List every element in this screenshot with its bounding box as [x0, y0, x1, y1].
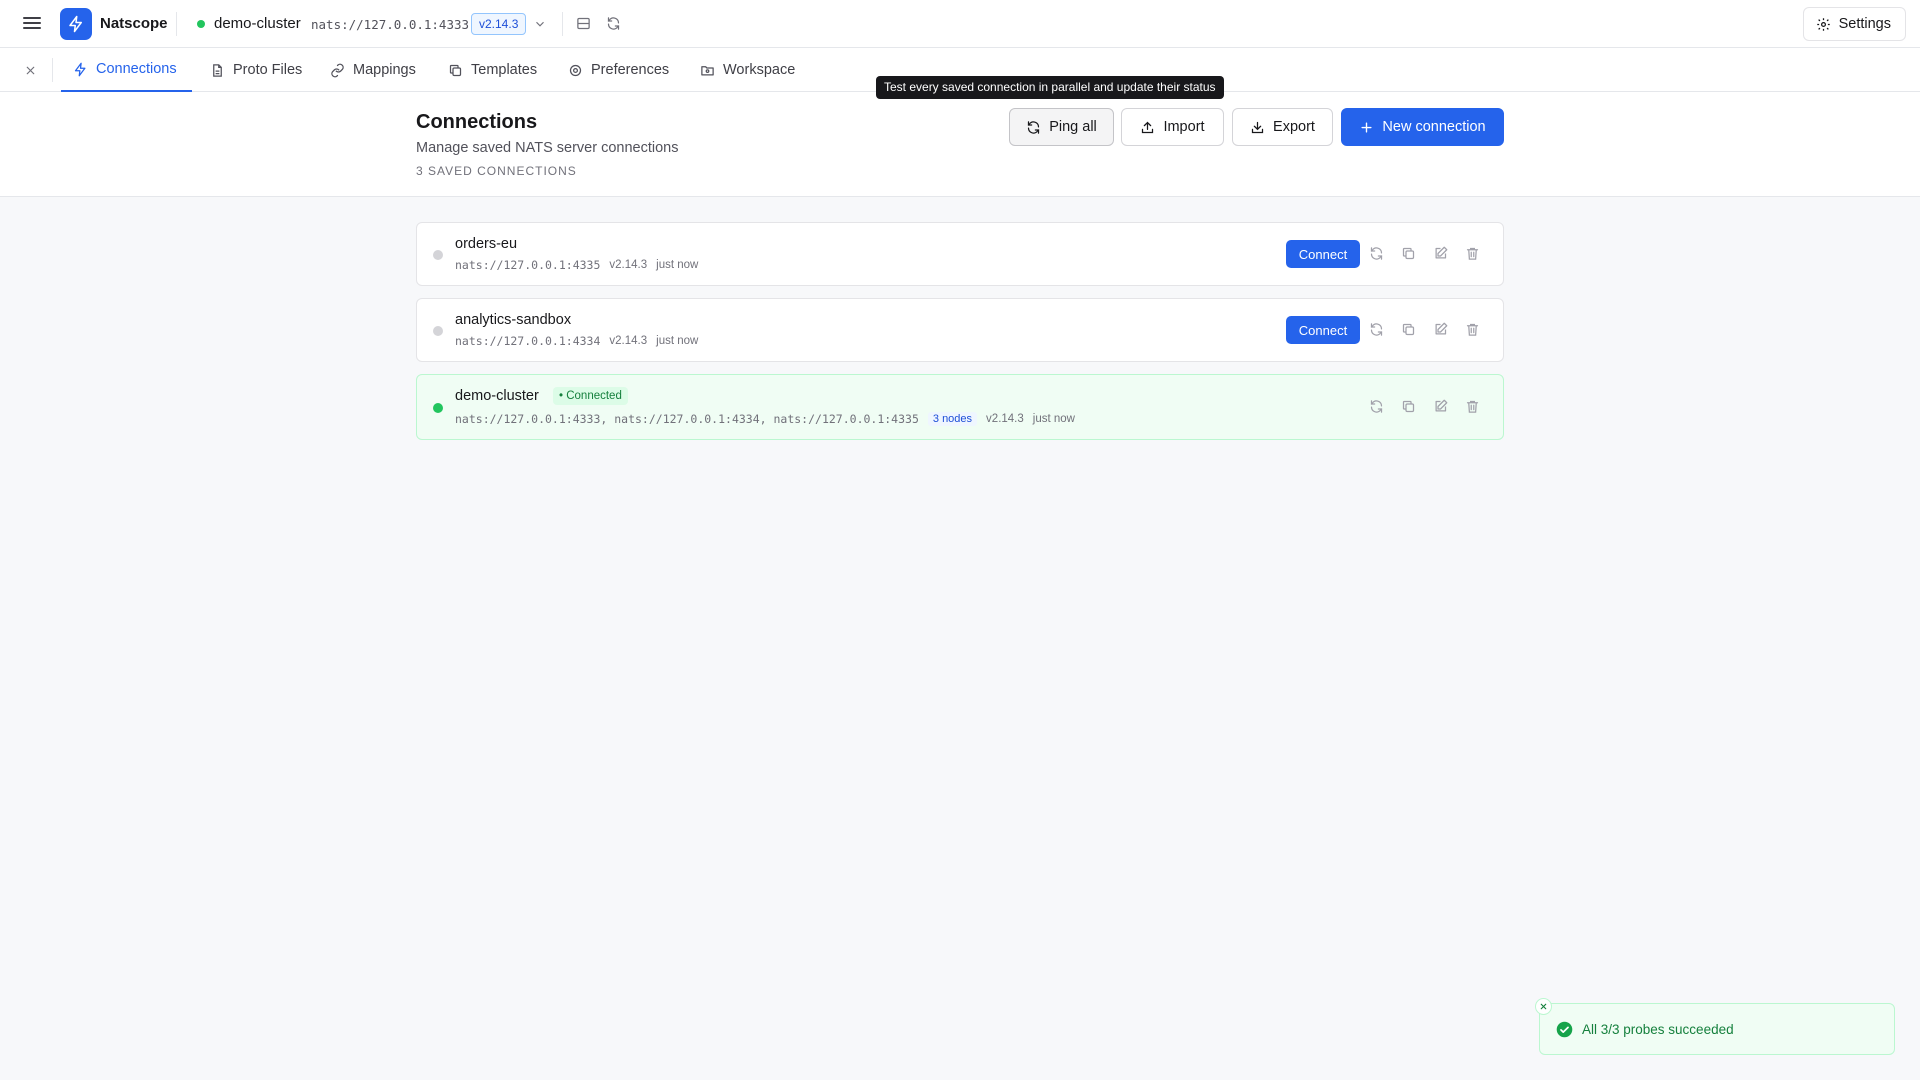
app-title: Natscope — [100, 15, 168, 32]
divider — [176, 12, 177, 36]
close-icon[interactable] — [22, 62, 38, 78]
connect-button[interactable]: Connect — [1286, 240, 1360, 268]
connected-badge: • Connected — [553, 387, 628, 405]
import-button[interactable]: Import — [1121, 108, 1224, 146]
page-title: Connections — [416, 111, 538, 133]
connection-version: v2.14.3 — [609, 335, 648, 347]
connection-card-analytics-sandbox[interactable]: analytics-sandbox nats://127.0.0.1:4334 … — [416, 298, 1504, 362]
connect-button[interactable]: Connect — [1286, 316, 1360, 344]
divider — [562, 12, 563, 36]
tab-label: Mappings — [353, 62, 416, 78]
toast-notification: All 3/3 probes succeeded — [1539, 1003, 1895, 1055]
edit-icon[interactable] — [1433, 399, 1449, 415]
connection-last-seen: just now — [1032, 413, 1075, 425]
settings-button[interactable]: Settings — [1802, 7, 1906, 41]
download-icon — [1251, 121, 1264, 133]
connection-name: analytics-sandbox — [455, 312, 572, 328]
file-icon — [213, 63, 222, 77]
lightning-icon — [74, 62, 86, 76]
export-button[interactable]: Export — [1232, 108, 1333, 146]
connection-card-demo-cluster[interactable]: demo-cluster • Connected nats://127.0.0.… — [416, 374, 1504, 440]
ping-all-button[interactable]: Ping all — [1009, 108, 1114, 146]
edit-icon[interactable] — [1433, 322, 1449, 338]
trash-icon[interactable] — [1465, 246, 1481, 262]
active-connection-name[interactable]: demo-cluster — [214, 15, 301, 32]
connection-url: nats://127.0.0.1:4335 — [455, 258, 601, 272]
refresh-icon[interactable] — [604, 14, 622, 32]
tab-label: Templates — [471, 62, 538, 78]
tab-label: Proto Files — [233, 62, 303, 78]
status-dot — [433, 250, 443, 260]
page-header: Connections Manage saved NATS server con… — [0, 92, 1920, 197]
divider — [52, 58, 53, 82]
status-dot — [433, 403, 443, 413]
connection-name: demo-cluster — [455, 388, 539, 404]
new-connection-label: New connection — [1382, 119, 1486, 135]
duplicate-icon[interactable] — [1401, 322, 1417, 338]
page-subtitle: Manage saved NATS server connections — [416, 140, 679, 156]
trash-icon[interactable] — [1465, 322, 1481, 338]
tab-workspace[interactable]: Workspace — [688, 48, 807, 92]
app-logo — [60, 8, 92, 40]
toast-message: All 3/3 probes succeeded — [1582, 1021, 1734, 1037]
tab-preferences[interactable]: Preferences — [556, 48, 681, 92]
import-label: Import — [1163, 119, 1205, 135]
connection-name: orders-eu — [455, 236, 518, 252]
copy-icon — [449, 64, 462, 76]
ping-all-tooltip: Test every saved connection in parallel … — [876, 76, 1224, 99]
connection-meta: nats://127.0.0.1:4335 v2.14.3 just now — [455, 258, 698, 272]
panel-layout-icon[interactable] — [574, 14, 592, 32]
chevron-down-icon[interactable] — [531, 15, 549, 33]
link-icon — [331, 63, 344, 77]
gear-icon — [1816, 17, 1830, 31]
status-dot — [433, 326, 443, 336]
tab-proto-files[interactable]: Proto Files — [198, 48, 314, 92]
connection-meta: nats://127.0.0.1:4333, nats://127.0.0.1:… — [455, 412, 1075, 426]
plus-icon — [1361, 121, 1372, 133]
connection-url: nats://127.0.0.1:4334 — [455, 334, 601, 348]
trash-icon[interactable] — [1465, 399, 1481, 415]
tab-label: Connections — [96, 61, 177, 77]
refresh-icon[interactable] — [1369, 322, 1385, 338]
connection-meta: nats://127.0.0.1:4334 v2.14.3 just now — [455, 334, 698, 348]
active-connection-url: nats://127.0.0.1:4333 — [311, 17, 470, 32]
gear-icon — [569, 64, 582, 76]
folder-icon — [701, 65, 714, 75]
toast-close-icon[interactable] — [1535, 998, 1552, 1015]
connection-last-seen: just now — [656, 259, 699, 271]
export-label: Export — [1273, 119, 1315, 135]
tab-templates[interactable]: Templates — [436, 48, 549, 92]
refresh-icon[interactable] — [1369, 399, 1385, 415]
connection-last-seen: just now — [656, 335, 699, 347]
new-connection-button[interactable]: New connection — [1341, 108, 1504, 146]
ping-all-label: Ping all — [1049, 119, 1097, 135]
duplicate-icon[interactable] — [1401, 399, 1417, 415]
settings-label: Settings — [1838, 16, 1891, 32]
tab-label: Workspace — [723, 62, 796, 78]
menu-icon[interactable] — [22, 14, 42, 34]
tab-connections[interactable]: Connections — [61, 48, 192, 92]
connection-card-orders-eu[interactable]: orders-eu nats://127.0.0.1:4335 v2.14.3 … — [416, 222, 1504, 286]
lightning-icon — [69, 15, 82, 33]
check-circle-icon — [1556, 1021, 1573, 1037]
refresh-icon — [1028, 120, 1040, 134]
version-badge: v2.14.3 — [471, 13, 527, 35]
connection-status-dot — [197, 20, 205, 28]
edit-icon[interactable] — [1433, 246, 1449, 262]
connection-url: nats://127.0.0.1:4333, nats://127.0.0.1:… — [455, 412, 919, 426]
duplicate-icon[interactable] — [1401, 246, 1417, 262]
saved-connections-count: 3 SAVED CONNECTIONS — [416, 164, 577, 178]
tab-label: Preferences — [591, 62, 670, 78]
connection-version: v2.14.3 — [609, 259, 648, 271]
upload-icon — [1142, 121, 1154, 133]
connection-version: v2.14.3 — [986, 413, 1024, 425]
nodes-badge: 3 nodes — [927, 412, 978, 426]
tab-mappings[interactable]: Mappings — [318, 48, 428, 92]
refresh-icon[interactable] — [1369, 246, 1385, 262]
top-bar: Natscope demo-cluster nats://127.0.0.1:4… — [0, 0, 1920, 48]
